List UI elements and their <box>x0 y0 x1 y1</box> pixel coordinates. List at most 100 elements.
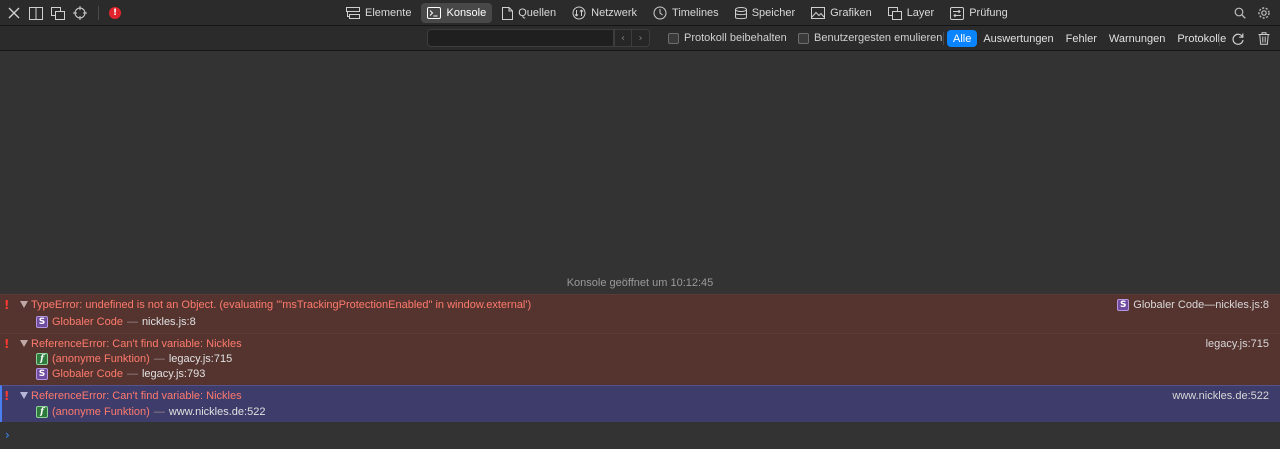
elements-icon <box>346 7 360 19</box>
error-icon: ! <box>4 297 10 312</box>
checkbox-box[interactable] <box>668 32 679 44</box>
reload-icon[interactable] <box>1230 31 1246 47</box>
source-file: www.nickles.de:522 <box>1172 389 1269 402</box>
frame-file: www.nickles.de:522 <box>168 405 266 418</box>
tab-speicher[interactable]: Speicher <box>729 3 801 23</box>
close-icon[interactable] <box>6 5 22 21</box>
stack-frame[interactable]: f (anonyme Funktion) — www.nickles.de:52… <box>36 404 265 419</box>
error-message-line: ReferenceError: Can't find variable: Nic… <box>31 388 242 403</box>
search-navigation: ‹ › <box>614 29 650 47</box>
disclosure-triangle-icon[interactable] <box>20 297 28 312</box>
stack-frame[interactable]: S Globaler Code — legacy.js:793 <box>36 366 205 381</box>
level-all-button[interactable]: Alle <box>947 30 978 47</box>
level-evaluations-button[interactable]: Auswertungen <box>977 30 1059 47</box>
error-source-link[interactable]: www.nickles.de:522 <box>1172 388 1269 403</box>
next-result-button[interactable]: › <box>632 29 650 47</box>
detach-window-icon[interactable] <box>50 5 66 21</box>
checkbox-box[interactable] <box>798 32 809 44</box>
audit-icon <box>950 6 965 20</box>
tab-label: Quellen <box>518 7 557 19</box>
search-icon[interactable] <box>1232 5 1248 21</box>
function-badge-icon: f <box>36 352 48 365</box>
stack-frame[interactable]: S Globaler Code — nickles.js:8 <box>36 314 196 329</box>
devtools-tab-bar: ! Elemente Konsole Quellen Netzwerk Time… <box>0 0 1280 26</box>
error-source-link[interactable]: S Globaler Code — nickles.js:8 <box>1117 297 1269 312</box>
console-prompt-input[interactable] <box>0 422 1280 449</box>
console-icon <box>427 7 442 19</box>
error-message-line: TypeError: undefined is not an Object. (… <box>31 297 531 312</box>
tab-label: Speicher <box>751 7 796 19</box>
gear-icon[interactable] <box>1256 5 1272 21</box>
log-level-filter: Alle Auswertungen Fehler Warnungen Proto… <box>947 30 1232 47</box>
console-message-error[interactable]: ! TypeError: undefined is not an Object.… <box>0 294 1280 333</box>
storage-icon <box>734 6 747 19</box>
console-message-error[interactable]: ! ReferenceError: Can't find variable: N… <box>0 333 1280 385</box>
error-source-link[interactable]: legacy.js:715 <box>1206 336 1269 351</box>
sources-icon <box>502 6 514 20</box>
global-code-badge-icon: S <box>36 367 48 380</box>
level-errors-button[interactable]: Fehler <box>1060 30 1103 47</box>
graphics-icon <box>811 7 826 19</box>
error-icon: ! <box>4 388 10 403</box>
global-code-badge-icon: S <box>36 315 48 328</box>
element-picker-icon[interactable] <box>72 5 88 21</box>
tab-konsole[interactable]: Konsole <box>421 3 493 23</box>
filter-divider <box>943 32 944 45</box>
level-warnings-button[interactable]: Warnungen <box>1103 30 1171 47</box>
tab-timelines[interactable]: Timelines <box>647 3 725 23</box>
clear-console-icon[interactable] <box>1256 31 1272 47</box>
separator: — <box>1204 298 1216 311</box>
tab-layer[interactable]: Layer <box>882 3 941 23</box>
tab-list: Elemente Konsole Quellen Netzwerk Timeli… <box>340 3 1018 23</box>
frame-file: legacy.js:715 <box>168 352 233 365</box>
tab-label: Grafiken <box>830 7 872 19</box>
error-message-text: ReferenceError: Can't find variable: Nic… <box>31 389 242 402</box>
console-output[interactable]: Konsole geöffnet um 10:12:45 ! TypeError… <box>0 51 1280 449</box>
window-controls: ! <box>6 0 121 26</box>
error-count-icon[interactable]: ! <box>109 7 121 19</box>
filter-bar-actions <box>1219 26 1272 51</box>
source-file: nickles.js:8 <box>1215 298 1269 311</box>
filter-search-input[interactable] <box>427 29 614 47</box>
function-badge-icon: f <box>36 405 48 418</box>
toolbar-right <box>1232 0 1272 26</box>
disclosure-triangle-icon[interactable] <box>20 388 28 403</box>
frame-name: (anonyme Funktion) <box>52 352 150 365</box>
tab-label: Konsole <box>446 7 487 19</box>
actions-divider <box>1219 31 1220 46</box>
separator: — <box>126 367 138 380</box>
frame-name: Globaler Code <box>52 315 123 328</box>
tab-grafiken[interactable]: Grafiken <box>805 3 878 23</box>
previous-result-button[interactable]: ‹ <box>614 29 632 47</box>
tab-label: Prüfung <box>969 7 1008 19</box>
prompt-chevron-icon: › <box>5 427 10 442</box>
separator: — <box>153 405 165 418</box>
separator: — <box>153 352 165 365</box>
console-message-error-selected[interactable]: ! ReferenceError: Can't find variable: N… <box>0 385 1280 422</box>
toolbar-divider <box>98 6 99 20</box>
emulate-gestures-checkbox[interactable]: Benutzergesten emulieren <box>798 32 942 44</box>
separator: — <box>126 315 138 328</box>
console-filter-bar: ‹ › Protokoll beibehalten Benutzergesten… <box>0 26 1280 51</box>
source-label: Globaler Code <box>1133 298 1205 311</box>
tab-label: Timelines <box>672 7 719 19</box>
preserve-log-label: Protokoll beibehalten <box>684 32 787 44</box>
disclosure-triangle-icon[interactable] <box>20 336 28 351</box>
preserve-log-checkbox[interactable]: Protokoll beibehalten <box>668 32 787 44</box>
timelines-icon <box>653 6 667 20</box>
dock-side-icon[interactable] <box>28 5 44 21</box>
source-file: legacy.js:715 <box>1205 337 1269 350</box>
tab-quellen[interactable]: Quellen <box>496 3 562 23</box>
frame-name: Globaler Code <box>52 367 123 380</box>
error-message-text: ReferenceError: Can't find variable: Nic… <box>31 337 242 350</box>
network-icon <box>572 6 586 20</box>
stack-frame[interactable]: f (anonyme Funktion) — legacy.js:715 <box>36 351 232 366</box>
tab-pruefung[interactable]: Prüfung <box>944 3 1014 23</box>
frame-file: nickles.js:8 <box>141 315 196 328</box>
frame-name: (anonyme Funktion) <box>52 405 150 418</box>
tab-label: Elemente <box>365 7 412 19</box>
tab-netzwerk[interactable]: Netzwerk <box>566 3 643 23</box>
tab-elemente[interactable]: Elemente <box>340 3 417 23</box>
error-message-text: TypeError: undefined is not an Object. (… <box>31 298 532 311</box>
error-icon: ! <box>4 336 10 351</box>
